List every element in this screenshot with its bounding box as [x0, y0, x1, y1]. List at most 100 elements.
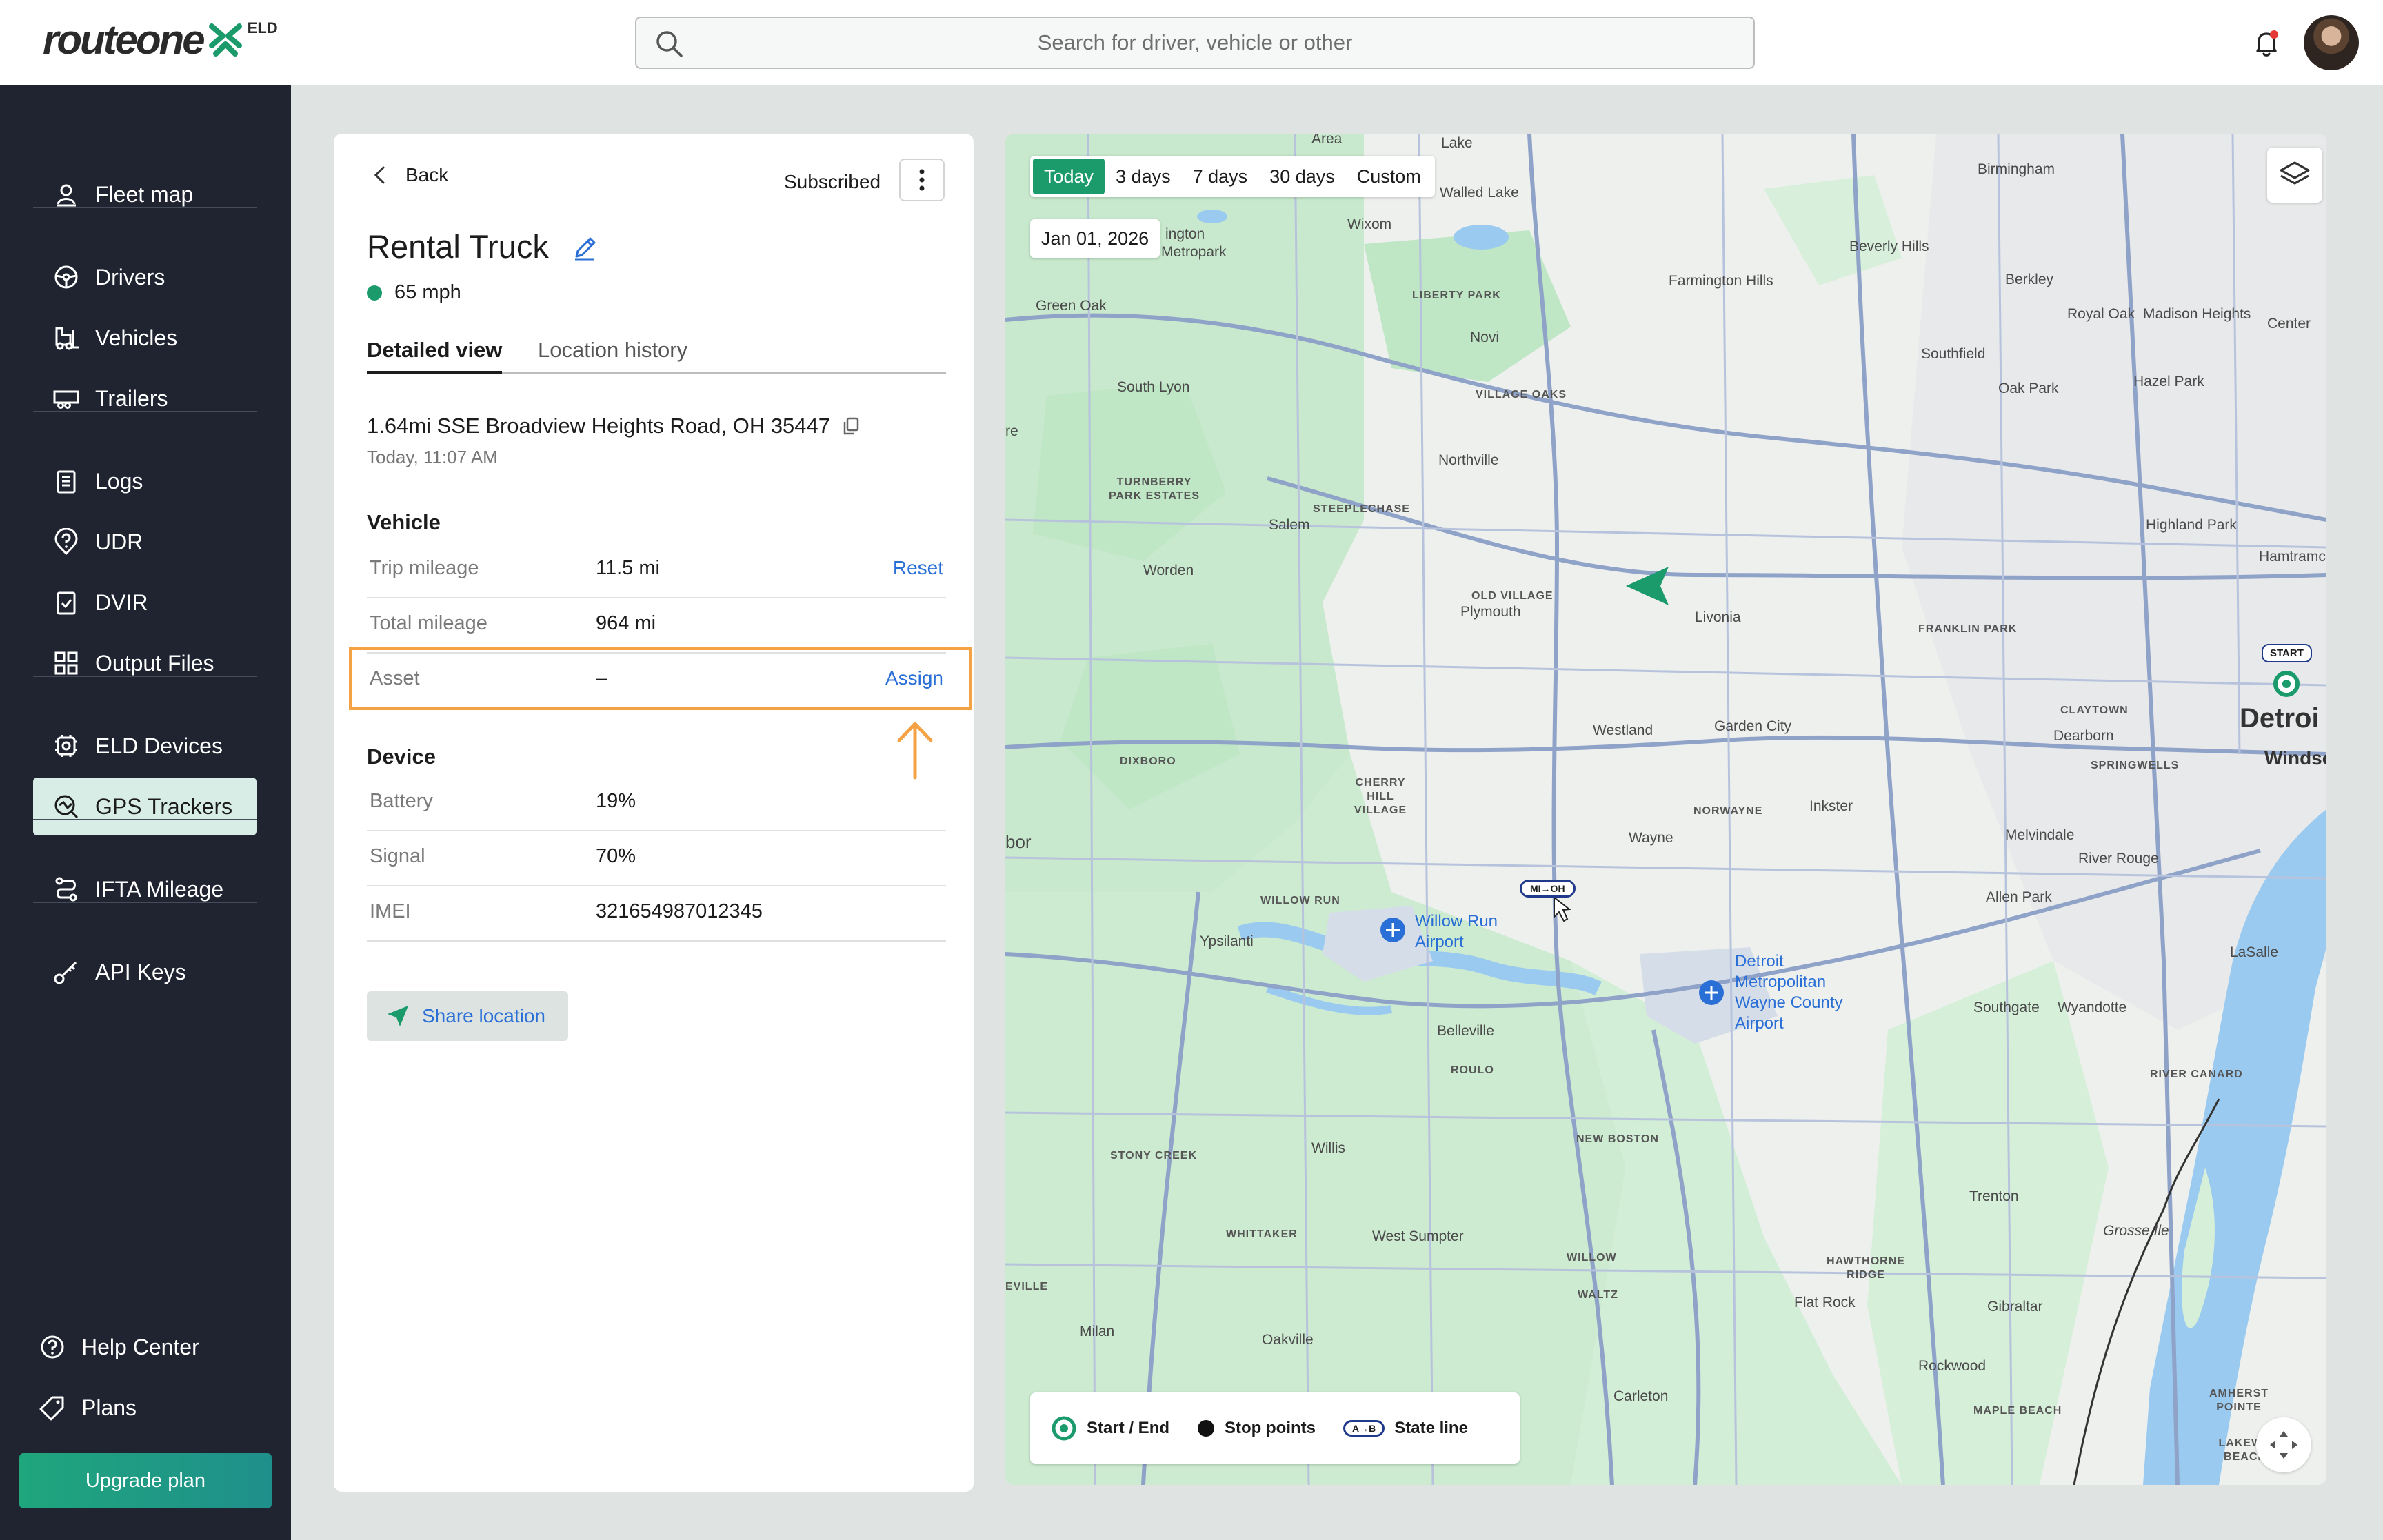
- sidebar-item-drivers[interactable]: Drivers: [33, 248, 257, 306]
- range-custom[interactable]: Custom: [1346, 159, 1432, 194]
- map-label: LIBERTY PARK: [1412, 290, 1501, 301]
- notification-bell-icon[interactable]: [2249, 26, 2284, 61]
- steering-wheel-icon: [51, 262, 81, 292]
- tab-detailed-view[interactable]: Detailed view: [367, 338, 503, 374]
- range-3-days[interactable]: 3 days: [1105, 159, 1182, 194]
- vehicle-name: Rental Truck: [367, 228, 549, 265]
- sidebar-item-dvir[interactable]: DVIR: [33, 574, 257, 631]
- reset-button[interactable]: Reset: [893, 557, 943, 579]
- map-label: Garden City: [1714, 718, 1792, 734]
- map-label: Highland Park: [2146, 517, 2237, 533]
- map-legend: Start / End Stop points A→B State line: [1030, 1392, 1520, 1464]
- map-label: Center: [2267, 316, 2311, 332]
- kebab-menu-icon: [919, 169, 925, 191]
- app-logo[interactable]: routeone ELD: [43, 15, 278, 65]
- search-bar[interactable]: [635, 17, 1755, 69]
- sidebar-item-label: IFTA Mileage: [95, 876, 224, 902]
- map-label: Northville: [1438, 452, 1499, 468]
- trip-mileage-row: Trip mileage 11.5 mi Reset: [367, 543, 946, 598]
- sidebar-item-output-files[interactable]: Output Files: [33, 634, 257, 692]
- share-location-button[interactable]: Share location: [367, 991, 568, 1041]
- sidebar-divider: [33, 902, 257, 903]
- map-label: Madison Heights: [2143, 306, 2251, 322]
- map-label: Dearborn: [2053, 728, 2114, 744]
- map-label: Inkster: [1809, 798, 1853, 814]
- map-label: VILLAGE OAKS: [1476, 389, 1567, 401]
- map-label: Westland: [1593, 722, 1653, 738]
- more-options-button[interactable]: [899, 159, 945, 201]
- map-label: WILLOW RUN: [1260, 895, 1340, 906]
- sidebar-item-ifta-mileage[interactable]: IFTA Mileage: [33, 860, 257, 918]
- selected-date[interactable]: Jan 01, 2026: [1030, 219, 1160, 258]
- map-label: Berkley: [2005, 272, 2054, 287]
- map-label: WALTZ: [1578, 1289, 1618, 1301]
- sidebar-item-vehicles[interactable]: Vehicles: [33, 309, 257, 367]
- map-label: Milan: [1080, 1324, 1115, 1339]
- upgrade-plan-button[interactable]: Upgrade plan: [19, 1453, 272, 1508]
- map-label: MAPLE BEACH: [1973, 1405, 2062, 1417]
- map-label: CHERRY HILL VILLAGE: [1354, 777, 1407, 816]
- sidebar-item-udr[interactable]: UDR: [33, 513, 257, 571]
- sidebar-item-api-keys[interactable]: API Keys: [33, 943, 257, 1001]
- battery-value: 19%: [596, 790, 636, 812]
- tab-location-history[interactable]: Location history: [538, 338, 687, 374]
- chevron-left-icon: [374, 166, 385, 184]
- user-avatar[interactable]: [2304, 15, 2359, 70]
- legend-start-end: Start / End: [1051, 1415, 1169, 1441]
- map-label: Green Oak: [1036, 298, 1107, 314]
- sidebar-item-label: Output Files: [95, 650, 214, 676]
- recenter-map-button[interactable]: [2256, 1417, 2311, 1472]
- legend-state-line: A→B State line: [1343, 1419, 1468, 1438]
- map-label: ington: [1165, 226, 1205, 242]
- signal-value: 70%: [596, 845, 636, 867]
- map-label: Flat Rock: [1794, 1295, 1856, 1310]
- sidebar-item-plans[interactable]: Plans: [19, 1379, 243, 1437]
- map-label: Belleville: [1437, 1023, 1494, 1039]
- state-line-icon: A→B: [1343, 1420, 1385, 1437]
- sidebar-item-fleet-map[interactable]: Fleet map: [33, 165, 257, 223]
- map-label: River Rouge: [2078, 851, 2159, 867]
- gps-tracker-icon: [51, 791, 81, 822]
- map-label: Southgate: [1973, 1000, 2040, 1015]
- map-layers-button[interactable]: [2267, 148, 2322, 203]
- fleet-map[interactable]: Area Lake Walled Lake Birmingham Wixom i…: [1005, 134, 2326, 1485]
- start-end-marker-icon: [1052, 1416, 1076, 1441]
- range-30-days[interactable]: 30 days: [1258, 159, 1346, 194]
- logo-mark-icon: [208, 23, 242, 57]
- map-label: Royal Oak: [2067, 306, 2135, 322]
- edit-pencil-icon[interactable]: [571, 234, 599, 262]
- sidebar-item-label: Fleet map: [95, 181, 194, 207]
- layers-icon: [2280, 161, 2310, 185]
- status-dot: [367, 285, 382, 301]
- map-label: Birmingham: [1978, 161, 2055, 177]
- range-7-days[interactable]: 7 days: [1182, 159, 1259, 194]
- asset-highlight-box: [349, 647, 972, 710]
- sidebar-item-label: GPS Trackers: [95, 793, 233, 819]
- key-icon: [51, 957, 81, 987]
- sidebar-item-logs[interactable]: Logs: [33, 452, 257, 510]
- user-pin-icon: [51, 179, 81, 210]
- signal-label: Signal: [370, 845, 425, 867]
- map-label: FRANKLIN PARK: [1918, 623, 2018, 635]
- map-label: RIVER CANARD: [2150, 1068, 2243, 1080]
- battery-row: Battery 19%: [367, 776, 946, 831]
- route-icon: [51, 874, 81, 904]
- sidebar-item-label: Trailers: [95, 385, 168, 411]
- speed-value: 65 mph: [394, 281, 461, 303]
- range-today[interactable]: Today: [1033, 159, 1105, 194]
- search-input[interactable]: [636, 18, 1753, 68]
- sidebar-item-gps-trackers[interactable]: GPS Trackers: [33, 778, 257, 835]
- back-button[interactable]: Back: [370, 164, 448, 186]
- sidebar-item-trailers[interactable]: Trailers: [33, 369, 257, 427]
- map-label: Melvindale: [2005, 827, 2075, 843]
- sidebar-item-help-center[interactable]: Help Center: [19, 1318, 243, 1376]
- copy-icon[interactable]: [841, 416, 861, 436]
- device-icon: [51, 731, 81, 761]
- map-label: West Sumpter: [1372, 1228, 1464, 1244]
- map-label: Trenton: [1969, 1188, 2019, 1204]
- share-location-label: Share location: [422, 1005, 546, 1026]
- sidebar-item-eld-devices[interactable]: ELD Devices: [33, 717, 257, 775]
- state-line-marker[interactable]: MI→OH: [1520, 880, 1576, 898]
- sidebar-divider: [33, 207, 257, 208]
- tracker-detail-panel: Back Subscribed Rental Truck 65 mph Deta…: [334, 134, 974, 1492]
